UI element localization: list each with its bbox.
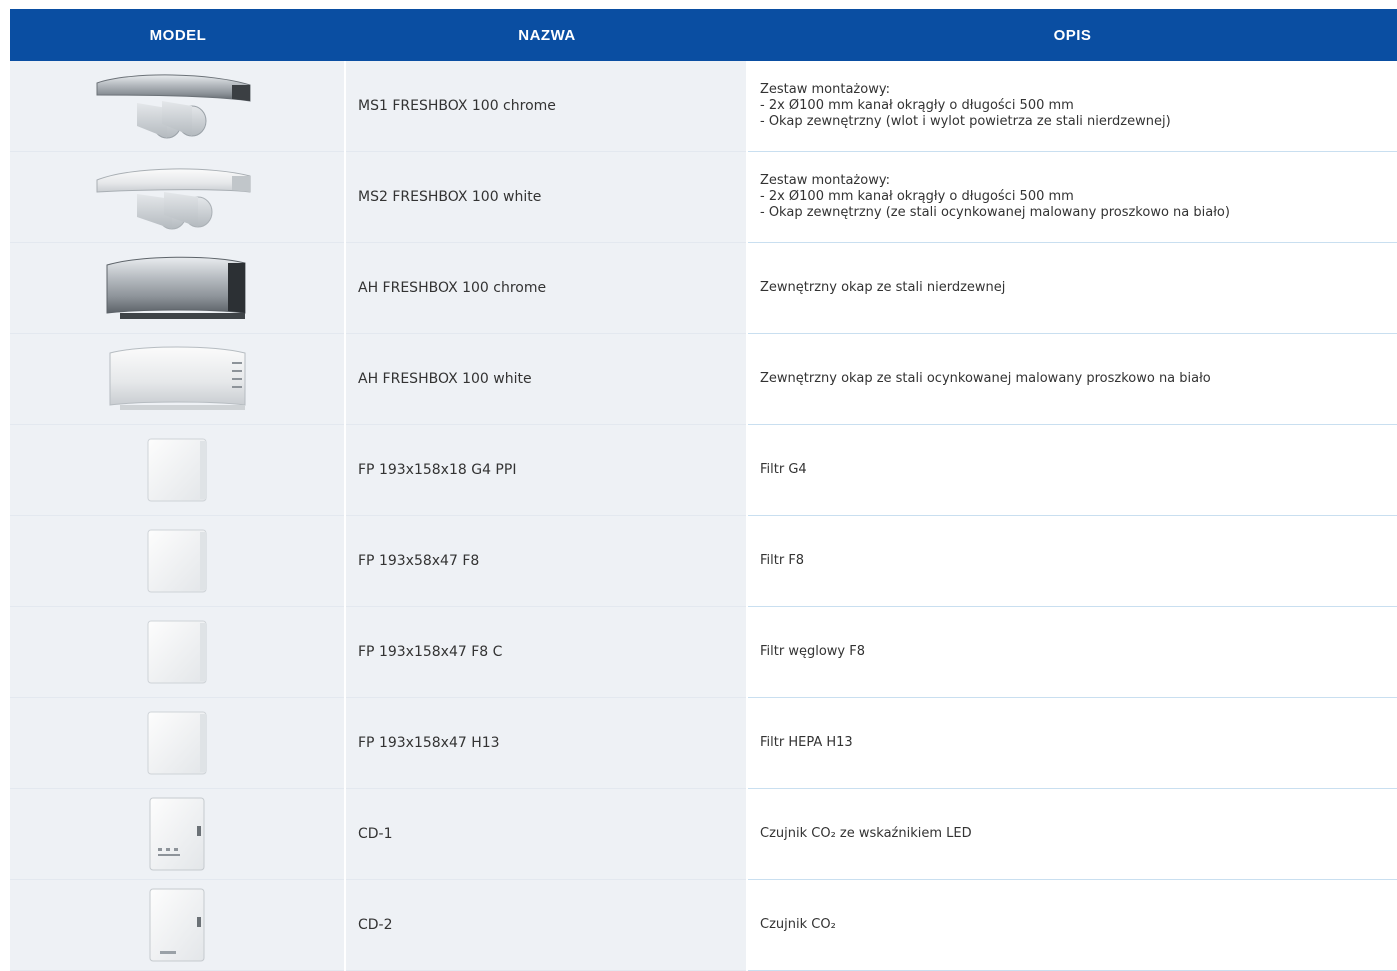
model-image — [10, 334, 344, 425]
model-name: AH FRESHBOX 100 white — [346, 334, 746, 425]
model-image — [10, 607, 344, 698]
model-name: CD-2 — [346, 880, 746, 971]
table-row: CD-1 Czujnik CO₂ ze wskaźnikiem LED — [10, 789, 1397, 880]
model-name: FP 193x158x47 H13 — [346, 698, 746, 789]
model-description: Czujnik CO₂ — [748, 880, 1397, 971]
description-line: Czujnik CO₂ — [760, 917, 836, 932]
header-description: OPIS — [1053, 26, 1092, 44]
model-description: Filtr HEPA H13 — [748, 698, 1397, 789]
description-line: Filtr F8 — [760, 553, 805, 568]
model-image — [10, 789, 344, 880]
description-line: Czujnik CO₂ ze wskaźnikiem LED — [760, 826, 972, 841]
table-row: CD-2 Czujnik CO₂ — [10, 880, 1397, 971]
table-row: FP 193x158x18 G4 PPI Filtr G4 — [10, 425, 1397, 516]
model-name: MS2 FRESHBOX 100 white — [346, 152, 746, 243]
hood-chrome-icon — [102, 253, 252, 323]
model-description: Zewnętrzny okap ze stali nierdzewnej — [748, 243, 1397, 334]
model-description: Zestaw montażowy: - 2x Ø100 mm kanał okrą… — [748, 61, 1397, 152]
header-name: NAZWA — [518, 26, 576, 44]
model-name: FP 193x58x47 F8 — [346, 516, 746, 607]
table-row: FP 193x158x47 F8 C Filtr węglowy F8 — [10, 607, 1397, 698]
model-description: Zestaw montażowy: - 2x Ø100 mm kanał okrą… — [748, 152, 1397, 243]
model-name: FP 193x158x47 F8 C — [346, 607, 746, 698]
description-line: Zestaw montażowy: — [760, 82, 890, 97]
filter-panel-icon — [142, 708, 212, 778]
model-description: Filtr węglowy F8 — [748, 607, 1397, 698]
co2-sensor-led-icon — [142, 796, 212, 872]
table-row: FP 193x158x47 H13 Filtr HEPA H13 — [10, 698, 1397, 789]
table-row: AH FRESHBOX 100 chrome Zewnętrzny okap ze… — [10, 243, 1397, 334]
description-line: - 2x Ø100 mm kanał okrągły o długości 50… — [760, 189, 1074, 204]
description-line: Zestaw montażowy: — [760, 173, 890, 188]
description-line: Zewnętrzny okap ze stali ocynkowanej mal… — [760, 371, 1211, 386]
description-line: Zewnętrzny okap ze stali nierdzewnej — [760, 280, 1006, 295]
description-line: Filtr węglowy F8 — [760, 644, 865, 659]
model-image — [10, 61, 344, 152]
table-row: FP 193x58x47 F8 Filtr F8 — [10, 516, 1397, 607]
model-image — [10, 425, 344, 516]
model-name: CD-1 — [346, 789, 746, 880]
model-name: MS1 FRESHBOX 100 chrome — [346, 61, 746, 152]
header-model: MODEL — [149, 26, 207, 44]
model-description: Filtr G4 — [748, 425, 1397, 516]
table-row: MS2 FRESHBOX 100 white Zestaw montażowy: -… — [10, 152, 1397, 243]
model-description: Czujnik CO₂ ze wskaźnikiem LED — [748, 789, 1397, 880]
table-body: MS1 FRESHBOX 100 chrome Zestaw montażowy:… — [10, 61, 1397, 971]
model-description: Filtr F8 — [748, 516, 1397, 607]
filter-panel-icon — [142, 526, 212, 596]
description-line: Filtr HEPA H13 — [760, 735, 853, 750]
model-description: Zewnętrzny okap ze stali ocynkowanej mal… — [748, 334, 1397, 425]
description-line: - 2x Ø100 mm kanał okrągły o długości 50… — [760, 98, 1074, 113]
accessories-table: MODEL NAZWA OPIS MS1 FRESHBOX 100 chrome… — [10, 9, 1397, 971]
filter-panel-icon — [142, 617, 212, 687]
model-name: FP 193x158x18 G4 PPI — [346, 425, 746, 516]
co2-sensor-icon — [142, 887, 212, 963]
hood-white-with-ducts-icon — [92, 162, 262, 232]
model-image — [10, 243, 344, 334]
hood-white-icon — [102, 343, 252, 415]
table-header: MODEL NAZWA OPIS — [10, 9, 1397, 61]
table-row: AH FRESHBOX 100 white Zewnętrzny okap ze … — [10, 334, 1397, 425]
description-line: - Okap zewnętrzny (ze stali ocynkowanej … — [760, 205, 1230, 220]
model-image — [10, 880, 344, 971]
model-image — [10, 698, 344, 789]
model-image — [10, 516, 344, 607]
model-name: AH FRESHBOX 100 chrome — [346, 243, 746, 334]
hood-chrome-with-ducts-icon — [92, 71, 262, 141]
description-line: - Okap zewnętrzny (wlot i wylot powietrz… — [760, 114, 1171, 129]
model-image — [10, 152, 344, 243]
filter-panel-icon — [142, 435, 212, 505]
description-line: Filtr G4 — [760, 462, 807, 477]
table-row: MS1 FRESHBOX 100 chrome Zestaw montażowy:… — [10, 61, 1397, 152]
